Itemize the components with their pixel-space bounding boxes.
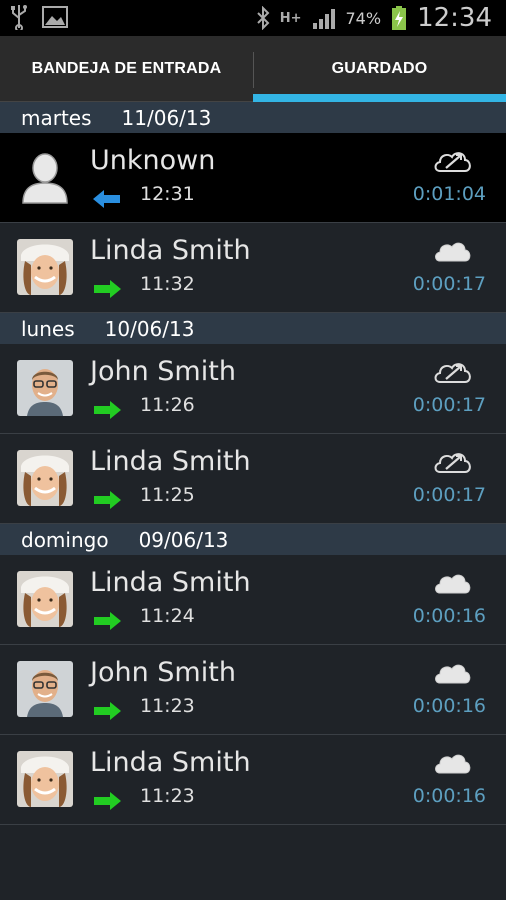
status-bar-notifications	[10, 4, 68, 30]
cloud-sync-icon[interactable]	[432, 448, 472, 476]
contact-avatar[interactable]	[17, 360, 73, 416]
section-day: domingo	[21, 527, 109, 552]
call-row[interactable]: Linda Smith 11:23 0:00:16	[0, 735, 506, 825]
contact-avatar[interactable]	[17, 239, 73, 295]
contact-name: Linda Smith	[90, 747, 251, 778]
section-day: lunes	[21, 316, 75, 341]
call-time: 12:31	[140, 183, 195, 205]
call-time: 11:24	[140, 605, 195, 627]
cloud-icon[interactable]	[432, 659, 472, 687]
call-duration: 0:00:17	[412, 273, 486, 295]
date-section-header: lunes 10/06/13	[0, 313, 506, 344]
tab-selected-indicator	[253, 94, 506, 102]
contact-avatar[interactable]	[17, 571, 73, 627]
outgoing-call-arrow-icon	[92, 701, 122, 721]
contact-name: Linda Smith	[90, 567, 251, 598]
call-time: 11:26	[140, 394, 195, 416]
section-date: 10/06/13	[104, 316, 195, 341]
call-row[interactable]: John Smith 11:23 0:00:16	[0, 645, 506, 735]
contact-avatar[interactable]	[17, 149, 73, 205]
call-row[interactable]: Linda Smith 11:32 0:00:17	[0, 223, 506, 313]
call-duration: 0:01:04	[412, 183, 486, 205]
contact-name: John Smith	[90, 356, 236, 387]
call-duration: 0:00:16	[412, 605, 486, 627]
call-time: 11:32	[140, 273, 195, 295]
section-day: martes	[21, 105, 92, 130]
contact-avatar[interactable]	[17, 450, 73, 506]
outgoing-call-arrow-icon	[92, 279, 122, 299]
tab-inbox[interactable]: BANDEJA DE ENTRADA	[0, 36, 253, 102]
contact-name: Linda Smith	[90, 235, 251, 266]
contact-name: Unknown	[90, 145, 216, 176]
outgoing-call-arrow-icon	[92, 400, 122, 420]
status-bar: H+ 74% 12:34	[0, 0, 506, 36]
tab-bar: BANDEJA DE ENTRADA GUARDADO	[0, 36, 506, 102]
outgoing-call-arrow-icon	[92, 611, 122, 631]
outgoing-call-arrow-icon	[92, 791, 122, 811]
call-duration: 0:00:17	[412, 484, 486, 506]
call-row[interactable]: John Smith 11:26 0:00:17	[0, 344, 506, 434]
bluetooth-icon	[257, 6, 270, 30]
contact-name: Linda Smith	[90, 446, 251, 477]
call-list[interactable]: martes 11/06/13 Unknown 12:31 0:01:04 Linda S…	[0, 102, 506, 825]
call-duration: 0:00:17	[412, 394, 486, 416]
call-duration: 0:00:16	[412, 785, 486, 807]
date-section-header: domingo 09/06/13	[0, 524, 506, 555]
cloud-icon[interactable]	[432, 237, 472, 265]
cloud-icon[interactable]	[432, 569, 472, 597]
call-row[interactable]: Linda Smith 11:24 0:00:16	[0, 555, 506, 645]
status-bar-system: H+ 74% 12:34	[256, 0, 492, 36]
contact-name: John Smith	[90, 657, 236, 688]
signal-icon	[312, 9, 335, 29]
contact-avatar[interactable]	[17, 751, 73, 807]
cloud-sync-icon[interactable]	[432, 358, 472, 386]
network-type: H+	[279, 10, 302, 26]
cloud-icon[interactable]	[432, 749, 472, 777]
battery-charging-icon	[392, 6, 407, 30]
section-date: 11/06/13	[121, 105, 212, 130]
image-icon	[42, 6, 68, 28]
cloud-sync-icon[interactable]	[432, 147, 472, 175]
call-row[interactable]: Unknown 12:31 0:01:04	[0, 133, 506, 223]
tab-saved[interactable]: GUARDADO	[253, 36, 506, 102]
date-section-header: martes 11/06/13	[0, 102, 506, 133]
call-time: 11:23	[140, 785, 195, 807]
call-row[interactable]: Linda Smith 11:25 0:00:17	[0, 434, 506, 524]
contact-avatar[interactable]	[17, 661, 73, 717]
call-time: 11:23	[140, 695, 195, 717]
section-date: 09/06/13	[138, 527, 229, 552]
usb-icon	[11, 5, 27, 30]
battery-percent: 74%	[345, 8, 382, 28]
call-time: 11:25	[140, 484, 195, 506]
call-duration: 0:00:16	[412, 695, 486, 717]
outgoing-call-arrow-icon	[92, 490, 122, 510]
incoming-call-arrow-icon	[92, 189, 122, 209]
clock: 12:34	[417, 3, 492, 33]
